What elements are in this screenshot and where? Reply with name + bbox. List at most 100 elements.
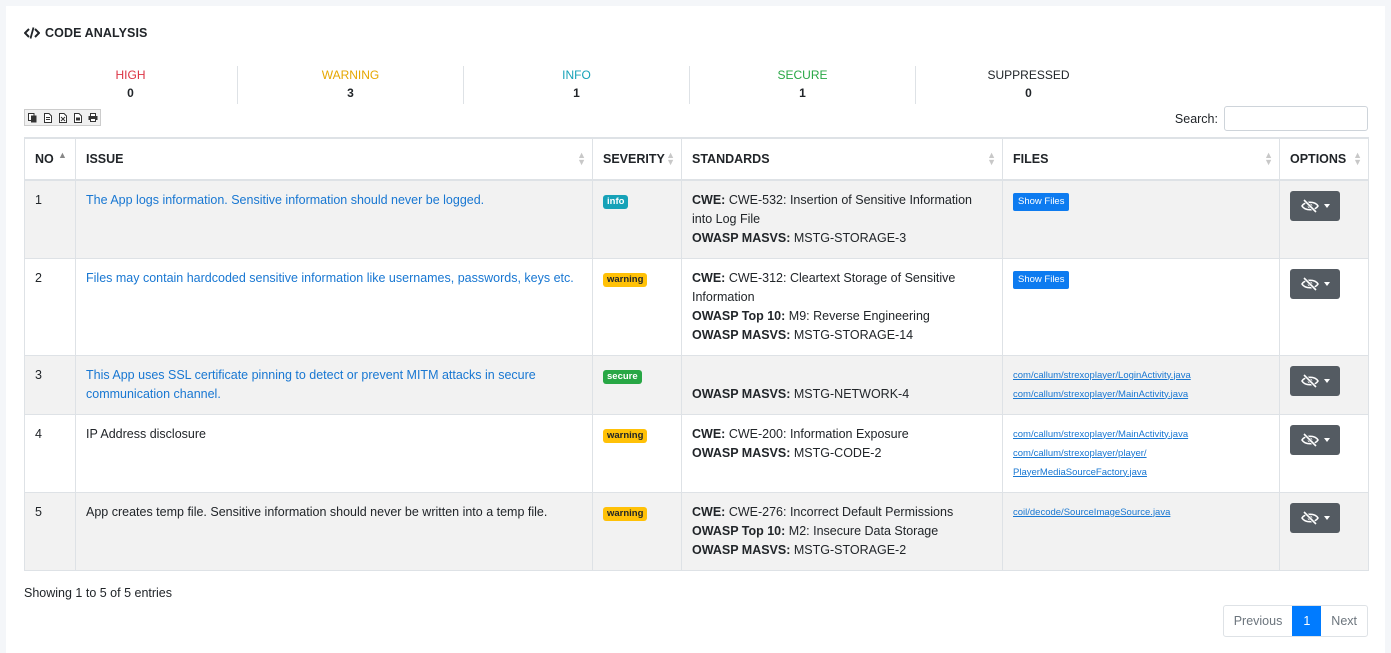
column-header-issue[interactable]: ISSUE ▲ ▼ (75, 137, 593, 181)
file-link[interactable]: com/callum/strexoplayer/LoginActivity.ja… (1013, 366, 1269, 385)
table-header-row: NO ▲ ISSUE ▲ ▼ SEVERITY ▲ ▼ STANDARDS ▲ ▼ FILES… (24, 137, 1369, 181)
stat-label: SECURE (777, 68, 828, 82)
column-header-standards[interactable]: STANDARDS ▲ ▼ (681, 137, 1003, 181)
suppress-dropdown-button[interactable] (1290, 268, 1340, 299)
code-icon (24, 27, 40, 39)
cell-no: 5 (24, 491, 76, 571)
search-input[interactable] (1224, 106, 1368, 131)
issue-link[interactable]: This App uses SSL certificate pinning to… (86, 368, 536, 401)
stat-value: 3 (347, 86, 354, 100)
cell-severity: info (592, 179, 682, 259)
stat-warning: WARNING 3 (237, 66, 463, 104)
pdf-icon[interactable] (70, 110, 85, 125)
eye-slash-icon (1300, 276, 1319, 291)
cell-standards: OWASP MASVS: MSTG-NETWORK-4 (681, 354, 1003, 415)
search-label: Search: (1174, 111, 1218, 126)
stat-label: HIGH (115, 68, 146, 82)
caret-down-icon (1323, 281, 1330, 286)
cell-options (1279, 491, 1369, 571)
stat-suppressed: SUPPRESSED 0 (915, 66, 1141, 104)
cell-severity: warning (592, 257, 682, 356)
severity-badge: warning (603, 428, 648, 443)
stat-high: HIGH 0 (24, 66, 237, 104)
severity-badge: info (603, 195, 629, 209)
caret-down-icon (1323, 437, 1330, 442)
code-analysis-table: NO ▲ ISSUE ▲ ▼ SEVERITY ▲ ▼ STANDARDS ▲ ▼ FILES… (24, 137, 1369, 571)
cell-options (1279, 413, 1369, 493)
card-title-text: CODE ANALYSIS (45, 26, 148, 40)
stat-value: 0 (1025, 86, 1032, 100)
code-analysis-card: CODE ANALYSIS HIGH 0 WARNING 3 INFO 1 SE… (6, 6, 1385, 653)
cell-options (1279, 257, 1369, 356)
file-link[interactable]: coil/decode/SourceImageSource.java (1013, 503, 1269, 522)
column-header-files[interactable]: FILES ▲ ▼ (1002, 137, 1280, 181)
table-row: 1 The App logs information. Sensitive in… (24, 179, 1369, 259)
stat-value: 1 (799, 86, 806, 100)
sort-icon: ▲ ▼ (1353, 150, 1362, 167)
cell-files: Show Files (1002, 257, 1280, 356)
file-link[interactable]: com/callum/strexoplayer/MainActivity.jav… (1013, 385, 1269, 404)
sort-icon: ▲ ▼ (666, 150, 675, 167)
column-header-options[interactable]: OPTIONS ▲ ▼ (1279, 137, 1369, 181)
csv-icon[interactable] (40, 110, 55, 125)
excel-icon[interactable] (55, 110, 70, 125)
stat-secure: SECURE 1 (689, 66, 915, 104)
cell-files: com/callum/strexoplayer/LoginActivity.ja… (1002, 354, 1280, 415)
sort-icon: ▲ (58, 150, 67, 160)
file-link[interactable]: com/callum/strexoplayer/player/ PlayerMe… (1013, 444, 1213, 482)
file-link[interactable]: com/callum/strexoplayer/MainActivity.jav… (1013, 425, 1269, 444)
stat-label: WARNING (321, 68, 380, 82)
eye-slash-icon (1300, 373, 1319, 388)
copy-icon[interactable] (25, 110, 40, 125)
suppress-dropdown-button[interactable] (1290, 424, 1340, 455)
table-row: 4 IP Address disclosure warning CWE: CWE… (24, 413, 1369, 493)
export-toolbar (24, 109, 101, 126)
eye-slash-icon (1300, 199, 1319, 213)
stat-label: SUPPRESSED (987, 68, 1070, 82)
show-files-button[interactable]: Show Files (1013, 193, 1070, 211)
severity-badge: warning (603, 272, 648, 287)
suppress-dropdown-button[interactable] (1290, 365, 1340, 396)
cell-options (1279, 354, 1369, 415)
table-row: 5 App creates temp file. Sensitive infor… (24, 491, 1369, 571)
table-info: Showing 1 to 5 of 5 entries (24, 586, 173, 600)
suppress-dropdown-button[interactable] (1290, 191, 1340, 221)
cell-files: Show Files (1002, 179, 1280, 259)
sort-icon: ▲ ▼ (1264, 150, 1273, 167)
sort-icon: ▲ ▼ (987, 150, 996, 167)
caret-down-icon (1323, 378, 1330, 383)
print-icon[interactable] (85, 110, 100, 125)
cell-files: com/callum/strexoplayer/MainActivity.jav… (1002, 413, 1280, 493)
table-row: 3 This App uses SSL certificate pinning … (24, 354, 1369, 415)
suppress-dropdown-button[interactable] (1290, 502, 1340, 533)
eye-slash-icon (1300, 432, 1319, 447)
previous-page-button[interactable]: Previous (1224, 606, 1293, 636)
column-header-no[interactable]: NO ▲ (24, 137, 76, 181)
cell-no: 1 (24, 179, 76, 259)
cell-options (1279, 179, 1369, 259)
cell-issue: This App uses SSL certificate pinning to… (75, 354, 593, 415)
search-box: Search: (1175, 106, 1368, 131)
stat-label: INFO (562, 68, 591, 82)
issue-link[interactable]: The App logs information. Sensitive info… (86, 193, 484, 207)
cell-standards: CWE: CWE-276: Incorrect Default Permissi… (681, 491, 1003, 571)
card-title: CODE ANALYSIS (24, 26, 147, 40)
caret-down-icon (1323, 515, 1330, 520)
cell-issue: The App logs information. Sensitive info… (75, 179, 593, 259)
cell-issue: Files may contain hardcoded sensitive in… (75, 257, 593, 356)
show-files-button[interactable]: Show Files (1013, 270, 1070, 289)
next-page-button[interactable]: Next (1321, 606, 1367, 636)
cell-severity: warning (592, 491, 682, 571)
cell-standards: CWE: CWE-312: Cleartext Storage of Sensi… (681, 257, 1003, 356)
cell-files: coil/decode/SourceImageSource.java (1002, 491, 1280, 571)
severity-badge: warning (603, 506, 648, 521)
issue-link[interactable]: Files may contain hardcoded sensitive in… (86, 271, 574, 285)
cell-severity: secure (592, 354, 682, 415)
cell-no: 2 (24, 257, 76, 356)
page-button-1[interactable]: 1 (1292, 606, 1322, 636)
eye-slash-icon (1300, 510, 1319, 525)
stat-info: INFO 1 (463, 66, 689, 104)
column-header-severity[interactable]: SEVERITY ▲ ▼ (592, 137, 682, 181)
severity-summary: HIGH 0 WARNING 3 INFO 1 SECURE 1 SUPPRES… (24, 66, 1141, 104)
sort-icon: ▲ ▼ (577, 150, 586, 167)
